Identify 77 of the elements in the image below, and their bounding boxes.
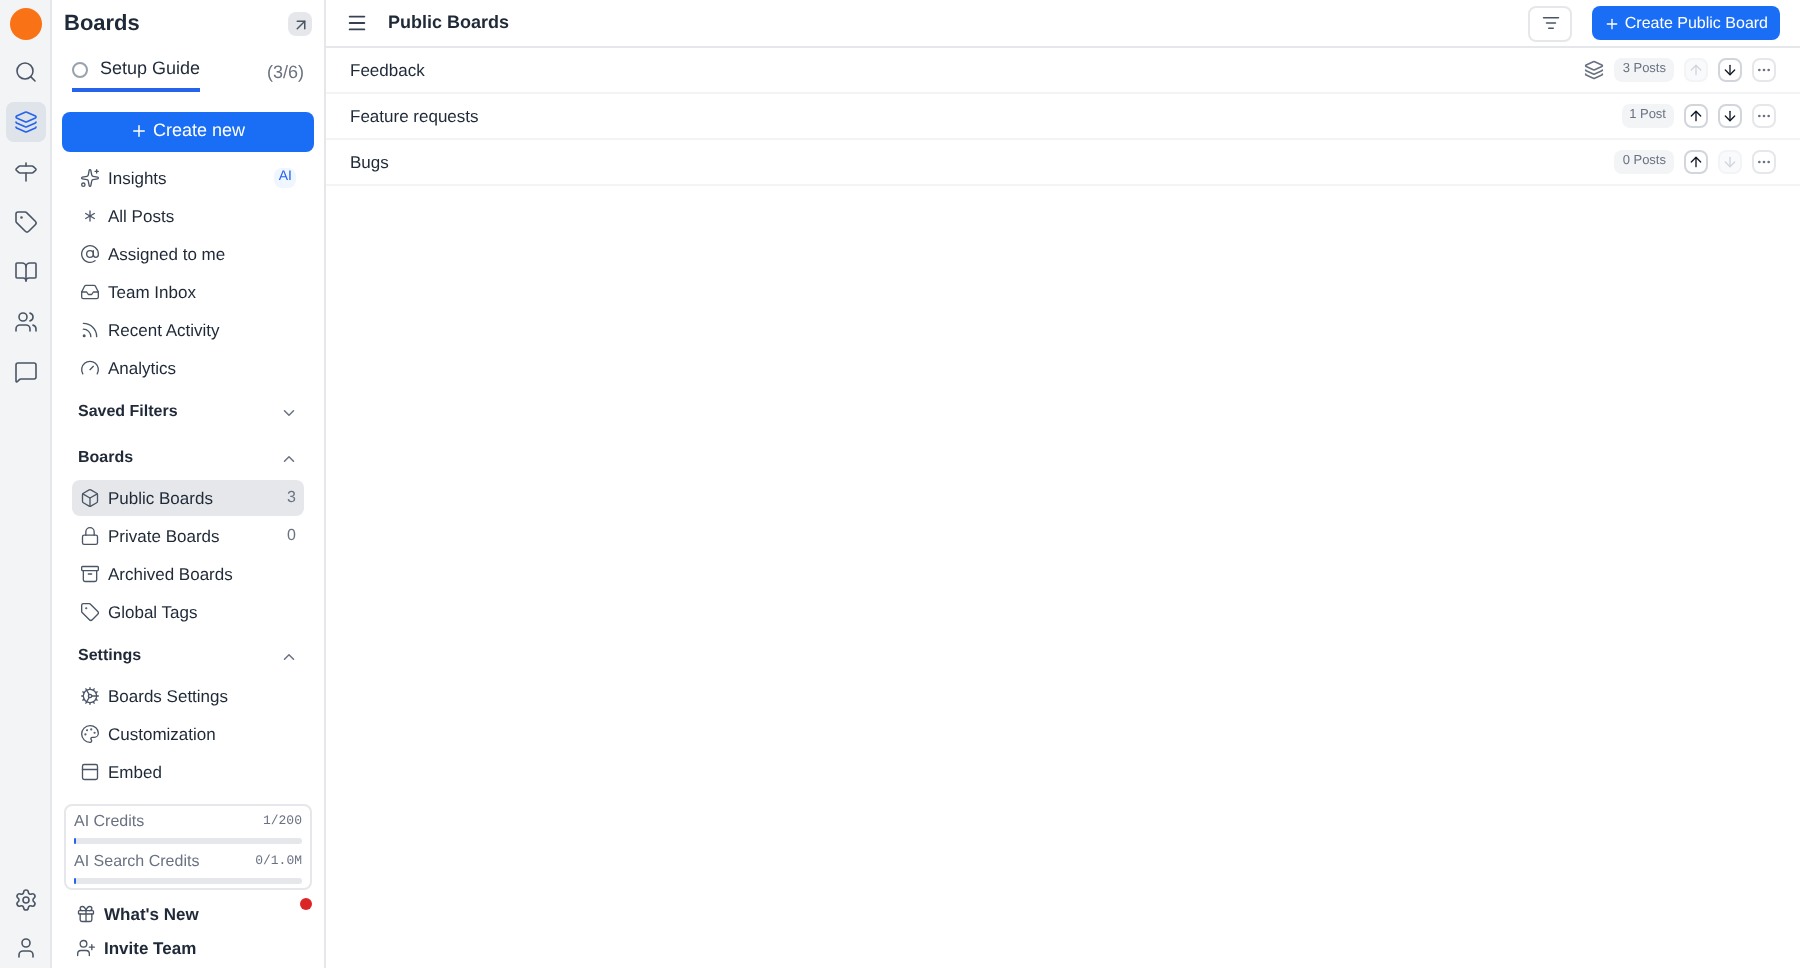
section-header[interactable]: Settings [52,635,324,677]
nav-item[interactable]: Team Inbox [52,273,324,311]
board-name: Feedback [350,57,427,83]
search-icon [13,60,37,84]
credit-label: AI Search Credits [74,849,200,873]
gauge-icon [80,358,100,378]
move-up-button[interactable] [1684,150,1708,174]
sidebar-title: Boards [64,9,140,40]
move-up-button[interactable] [1684,104,1708,128]
rail-button[interactable] [5,102,45,142]
arrow-down-icon [1722,154,1738,170]
more-button[interactable] [1752,58,1776,82]
window-icon [80,762,100,782]
board-name: Bugs [350,149,391,175]
footer-link[interactable]: Invite Team [52,931,324,965]
arrow-down-icon [1722,62,1738,78]
arrow-up-icon [1688,62,1704,78]
arrow-icon [291,15,309,33]
nav-item[interactable]: Global Tags [72,594,304,630]
settings-icon [13,888,37,912]
create-board-button[interactable]: Create Public Board [1592,6,1780,40]
nav-item[interactable]: Embed [72,754,304,790]
board-count: 0 [287,524,296,548]
setup-guide-tab[interactable]: Setup Guide [72,56,201,91]
credit-label: AI Credits [74,809,145,833]
avatar-icon [13,936,37,960]
more-button[interactable] [1752,104,1776,128]
menu-button[interactable] [346,12,368,34]
progress-count: (3/6) [266,60,304,86]
board-count: 3 [287,486,296,510]
board-name: Feature requests [350,103,481,129]
lock-icon [80,526,100,546]
page-title: Public Boards [388,9,512,36]
expand-button[interactable] [288,12,312,36]
move-down-button[interactable] [1718,104,1742,128]
signpost-icon [13,160,37,184]
nav-item[interactable]: All Posts [52,197,324,235]
settings-icon [80,686,100,706]
create-new-button[interactable]: Create new [62,111,314,151]
arrow-up-icon [1688,154,1704,170]
palette-icon [80,724,100,744]
footer-link[interactable]: What's New [52,897,324,931]
feed-icon [80,320,100,340]
arrow-down-icon [1722,108,1738,124]
move-down-button[interactable] [1718,58,1742,82]
tag-icon [13,210,37,234]
user-plus-icon [76,938,96,958]
archive-icon [80,564,100,584]
nav-item[interactable]: Customization [72,716,304,752]
section-header[interactable]: Saved Filters [52,391,324,433]
gift-icon [76,904,96,924]
cube-icon [80,488,100,508]
at-sign-icon [80,244,100,264]
nav-item[interactable]: Analytics [52,349,324,387]
nav-item[interactable]: Assigned to me [52,235,324,273]
layers-icon [13,110,37,134]
arrow-up-icon [1688,108,1704,124]
nav-item[interactable]: Archived Boards [72,556,304,592]
more-button[interactable] [1752,150,1776,174]
nav-item[interactable]: Public Boards 3 [72,480,304,516]
section-header[interactable]: Boards [52,437,324,479]
tag-icon [80,602,100,622]
chat-icon [13,360,37,384]
book-icon [13,260,37,284]
nav-item[interactable]: Recent Activity [52,311,324,349]
sort-button[interactable] [1528,5,1573,41]
nav-item[interactable]: Boards Settings [72,678,304,714]
plus-icon [130,122,149,140]
logo-icon [9,8,41,40]
sort-icon [1541,14,1560,32]
nav-item[interactable]: Private Boards 0 [72,518,304,554]
users-icon [13,310,37,334]
sparkles-icon [80,168,100,188]
menu-icon [346,12,368,34]
asterisk-icon [80,206,100,226]
inbox-icon [80,282,100,302]
plus-icon [1604,15,1621,31]
